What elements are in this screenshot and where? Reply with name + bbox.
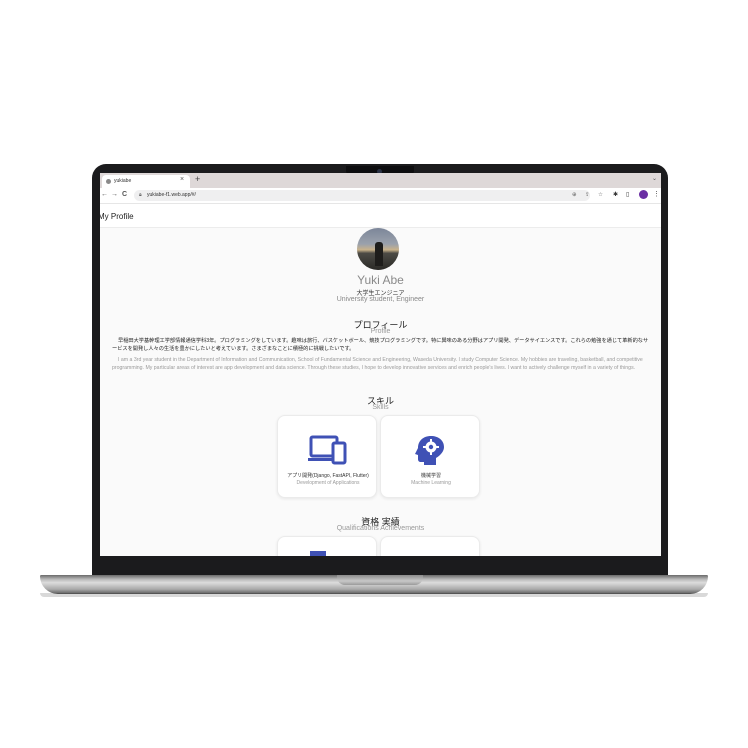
address-bar[interactable]: 🔒︎ yukiabe-f1.web.app/#/ ⊕ ⇪ ☆ xyxy=(134,190,603,201)
back-icon[interactable]: ← xyxy=(101,191,108,198)
side-panel-icon[interactable]: ▯ xyxy=(626,191,629,198)
devices-icon xyxy=(308,435,347,465)
url-text: yukiabe-f1.web.app/#/ xyxy=(147,192,196,198)
browser-tab[interactable]: yukiabe × xyxy=(102,175,190,188)
lock-icon: 🔒︎ xyxy=(139,192,142,198)
new-tab-icon[interactable]: + xyxy=(195,174,200,184)
psychology-icon xyxy=(415,436,444,465)
tab-title: yukiabe xyxy=(114,178,132,184)
app-title: My Profile xyxy=(100,212,134,221)
install-icon[interactable]: ⊕ xyxy=(572,192,577,198)
tab-close-icon[interactable]: × xyxy=(180,176,184,183)
skill-label-en: Machine Learning xyxy=(411,480,451,486)
laptop-base-lip xyxy=(337,575,423,585)
app-bar: My Profile xyxy=(100,204,661,228)
more-menu-icon[interactable]: ⋮ xyxy=(653,190,660,198)
browser-tab-bar: yukiabe × + ⌄ xyxy=(100,173,661,188)
profile-photo xyxy=(357,228,399,270)
profile-role-en: University student, Engineer xyxy=(336,296,425,303)
skill-card-machine-learning[interactable]: 機械学習 Machine Learning xyxy=(380,415,480,498)
tab-search-icon[interactable]: ⌄ xyxy=(652,175,657,182)
laptop-shadow xyxy=(40,593,708,597)
forward-icon[interactable]: → xyxy=(111,191,118,198)
profile-section-heading-en: Profile xyxy=(370,328,391,335)
qualification-icon xyxy=(310,551,326,556)
skill-label-en: Development of Applications xyxy=(296,480,360,486)
qualification-card[interactable] xyxy=(380,536,480,556)
profile-text-jp: 早稲田大学基幹理工学部情報通信学科3年。プログラミングをしています。趣味は旅行、… xyxy=(112,338,649,352)
favicon-icon xyxy=(106,179,111,184)
qualification-card[interactable] xyxy=(277,536,377,556)
skill-label-jp: アプリ開発(Django, FastAPI, Flutter) xyxy=(287,473,369,479)
bookmark-star-icon[interactable]: ☆ xyxy=(598,192,603,198)
profile-avatar-icon[interactable] xyxy=(639,190,648,199)
extensions-icon[interactable]: ✱ xyxy=(613,191,618,198)
browser-toolbar: ← → C 🔒︎ yukiabe-f1.web.app/#/ ⊕ ⇪ ☆ ✱ ▯… xyxy=(100,188,661,204)
person-silhouette xyxy=(375,242,383,266)
profile-name: Yuki Abe xyxy=(357,273,404,287)
share-icon[interactable]: ⇪ xyxy=(585,192,590,198)
laptop-screen: yukiabe × + ⌄ ← → C 🔒︎ yukiabe-f1.web.ap… xyxy=(100,173,661,556)
skill-card-app-development[interactable]: アプリ開発(Django, FastAPI, Flutter) Developm… xyxy=(277,415,377,498)
reload-icon[interactable]: C xyxy=(122,191,127,198)
laptop-mockup: yukiabe × + ⌄ ← → C 🔒︎ yukiabe-f1.web.ap… xyxy=(0,0,748,748)
profile-page: Yuki Abe 大学生エンジニア University student, En… xyxy=(100,228,661,556)
skill-label-jp: 機械学習 xyxy=(420,473,441,479)
skills-heading-en: Skills xyxy=(372,404,389,411)
qualifications-heading-en: Qualifications Achievements xyxy=(336,525,425,532)
profile-text-en: I am a 3rd year student in the Departmen… xyxy=(112,357,643,371)
